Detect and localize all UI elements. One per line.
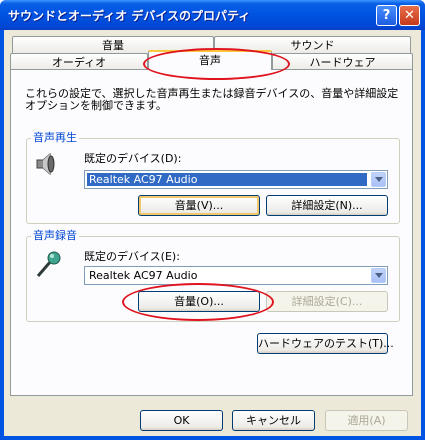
playback-advanced-button[interactable]: 詳細設定(N)...	[266, 195, 388, 216]
recording-device-value: Realtek AC97 Audio	[89, 269, 198, 282]
recording-device-label: 既定のデバイス(E):	[84, 250, 180, 263]
recording-group-label: 音声録音	[31, 229, 79, 242]
help-button[interactable]: ?	[376, 5, 397, 26]
playback-device-value: Realtek AC97 Audio	[87, 173, 367, 186]
chevron-down-icon[interactable]	[371, 172, 386, 187]
properties-dialog: サウンドとオーディオ デバイスのプロパティ ? ✕ 音量 サウンド オーディオ …	[0, 0, 425, 440]
microphone-icon	[36, 251, 61, 277]
playback-volume-button[interactable]: 音量(V)...	[138, 195, 260, 216]
window-frame-bottom	[0, 436, 425, 440]
playback-device-select[interactable]: Realtek AC97 Audio	[84, 170, 388, 189]
window-frame-right	[421, 30, 425, 440]
window-title: サウンドとオーディオ デバイスのプロパティ	[8, 9, 251, 23]
description-text: これらの設定で、選択した音声再生または録音デバイスの、音量や詳細設定オプションを…	[25, 87, 399, 112]
recording-advanced-button[interactable]: 詳細設定(C)...	[266, 291, 388, 312]
playback-device-label: 既定のデバイス(D):	[84, 152, 182, 165]
speaker-icon	[36, 152, 55, 176]
tab-hardware[interactable]: ハードウェア	[272, 53, 413, 70]
close-button[interactable]: ✕	[399, 5, 420, 26]
chevron-down-icon[interactable]	[371, 268, 386, 283]
ok-button[interactable]: OK	[140, 410, 223, 431]
annotation-ellipse-volume	[122, 283, 274, 321]
recording-device-select[interactable]: Realtek AC97 Audio	[84, 266, 388, 285]
hardware-test-button[interactable]: ハードウェアのテスト(T)...	[257, 333, 394, 354]
playback-group-label: 音声再生	[31, 131, 79, 144]
window-frame-left	[0, 30, 4, 440]
tab-audio[interactable]: オーディオ	[10, 53, 148, 70]
annotation-ellipse-tab	[143, 48, 290, 80]
apply-button[interactable]: 適用(A)	[325, 410, 408, 431]
title-bar[interactable]: サウンドとオーディオ デバイスのプロパティ ? ✕	[0, 0, 425, 30]
cancel-button[interactable]: キャンセル	[232, 410, 315, 431]
